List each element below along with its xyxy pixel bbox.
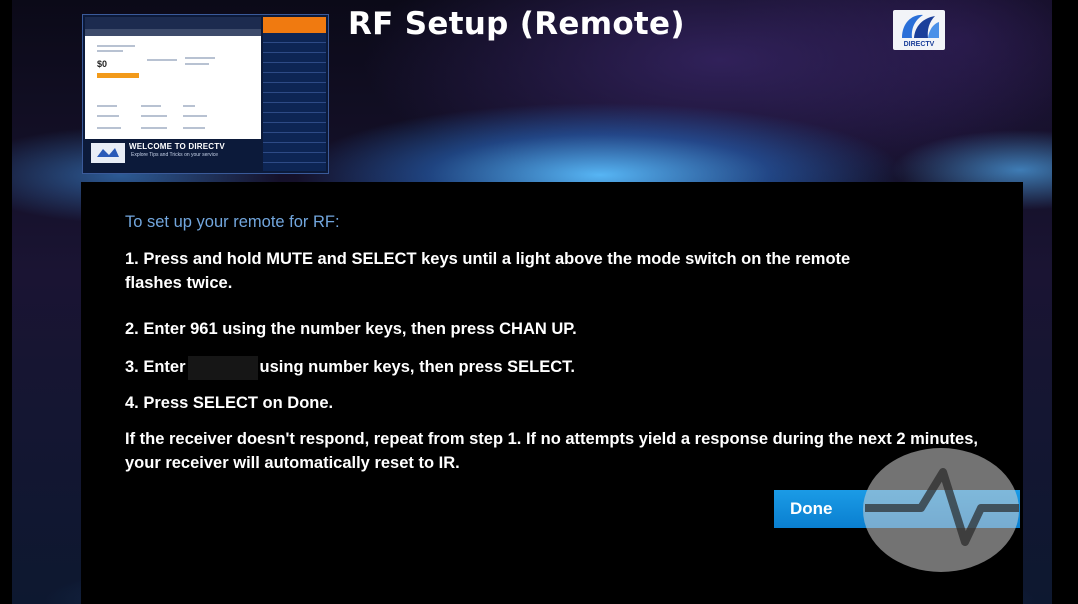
page-title: RF Setup (Remote) (348, 6, 685, 42)
preview-text-line (183, 115, 207, 117)
preview-menu-row (263, 43, 326, 53)
preview-welcome-subtitle: Explore Tips and Tricks on your service (131, 152, 218, 158)
preview-text-line (97, 50, 123, 52)
instructions-heading: To set up your remote for RF: (125, 213, 340, 231)
step-1-text: 1. Press and hold MUTE and SELECT keys u… (125, 250, 851, 292)
preview-menu-row (263, 143, 326, 153)
step-4-text: 4. Press SELECT on Done. (125, 394, 334, 412)
step-3-prefix: 3. Enter (125, 358, 186, 376)
preview-price: $0 (97, 59, 108, 69)
preview-text-line (97, 105, 117, 107)
preview-side-menu (263, 17, 326, 171)
right-letterbox (1052, 0, 1078, 604)
redacted-code-box (187, 355, 258, 380)
preview-orange-button (97, 73, 139, 78)
done-button-label: Done (790, 499, 833, 518)
preview-webpage: $0 (85, 17, 261, 139)
directv-logo-icon (902, 14, 939, 38)
directv-logo-text: DIRECTV (903, 41, 935, 48)
preview-text-line (141, 115, 167, 117)
left-letterbox (0, 0, 12, 604)
preview-text-line (185, 63, 209, 65)
preview-menu-row (263, 123, 326, 133)
preview-text-line (147, 59, 177, 61)
instructions-panel: To set up your remote for RF: 1. Press a… (81, 182, 1023, 604)
preview-menu-row (263, 113, 326, 123)
step-3-suffix: using number keys, then press SELECT. (259, 358, 575, 376)
step-3-text: 3. Enter using number keys, then press SE… (125, 355, 575, 380)
preview-menu-row (263, 93, 326, 103)
preview-menu-header (263, 17, 326, 33)
preview-text-line (185, 57, 215, 59)
preview-text-line (183, 127, 205, 129)
preview-welcome-title: WELCOME TO DIRECTV (129, 142, 225, 151)
preview-menu-row (263, 103, 326, 113)
preview-text-line (97, 127, 121, 129)
preview-text-line (97, 45, 135, 47)
preview-text-line (183, 105, 195, 107)
preview-menu-row (263, 73, 326, 83)
preview-menu-row (263, 133, 326, 143)
preview-menu-row (263, 63, 326, 73)
preview-menu-row (263, 153, 326, 163)
step-2-text: 2. Enter 961 using the number keys, then… (125, 320, 577, 338)
preview-directv-icon (91, 143, 125, 163)
network-watermark-icon (863, 448, 1019, 572)
preview-menu-row (263, 33, 326, 43)
preview-topbar (85, 17, 261, 29)
preview-menu-row (263, 83, 326, 93)
directv-logo: DIRECTV (893, 10, 945, 50)
preview-text-line (97, 115, 119, 117)
preview-navbar (85, 29, 261, 36)
preview-menu-row (263, 53, 326, 63)
preview-text-line (141, 105, 161, 107)
preview-text-line (141, 127, 167, 129)
screen-preview-thumbnail: $0 WELCOME TO DIRECTV Explore Tips and T… (82, 14, 329, 174)
